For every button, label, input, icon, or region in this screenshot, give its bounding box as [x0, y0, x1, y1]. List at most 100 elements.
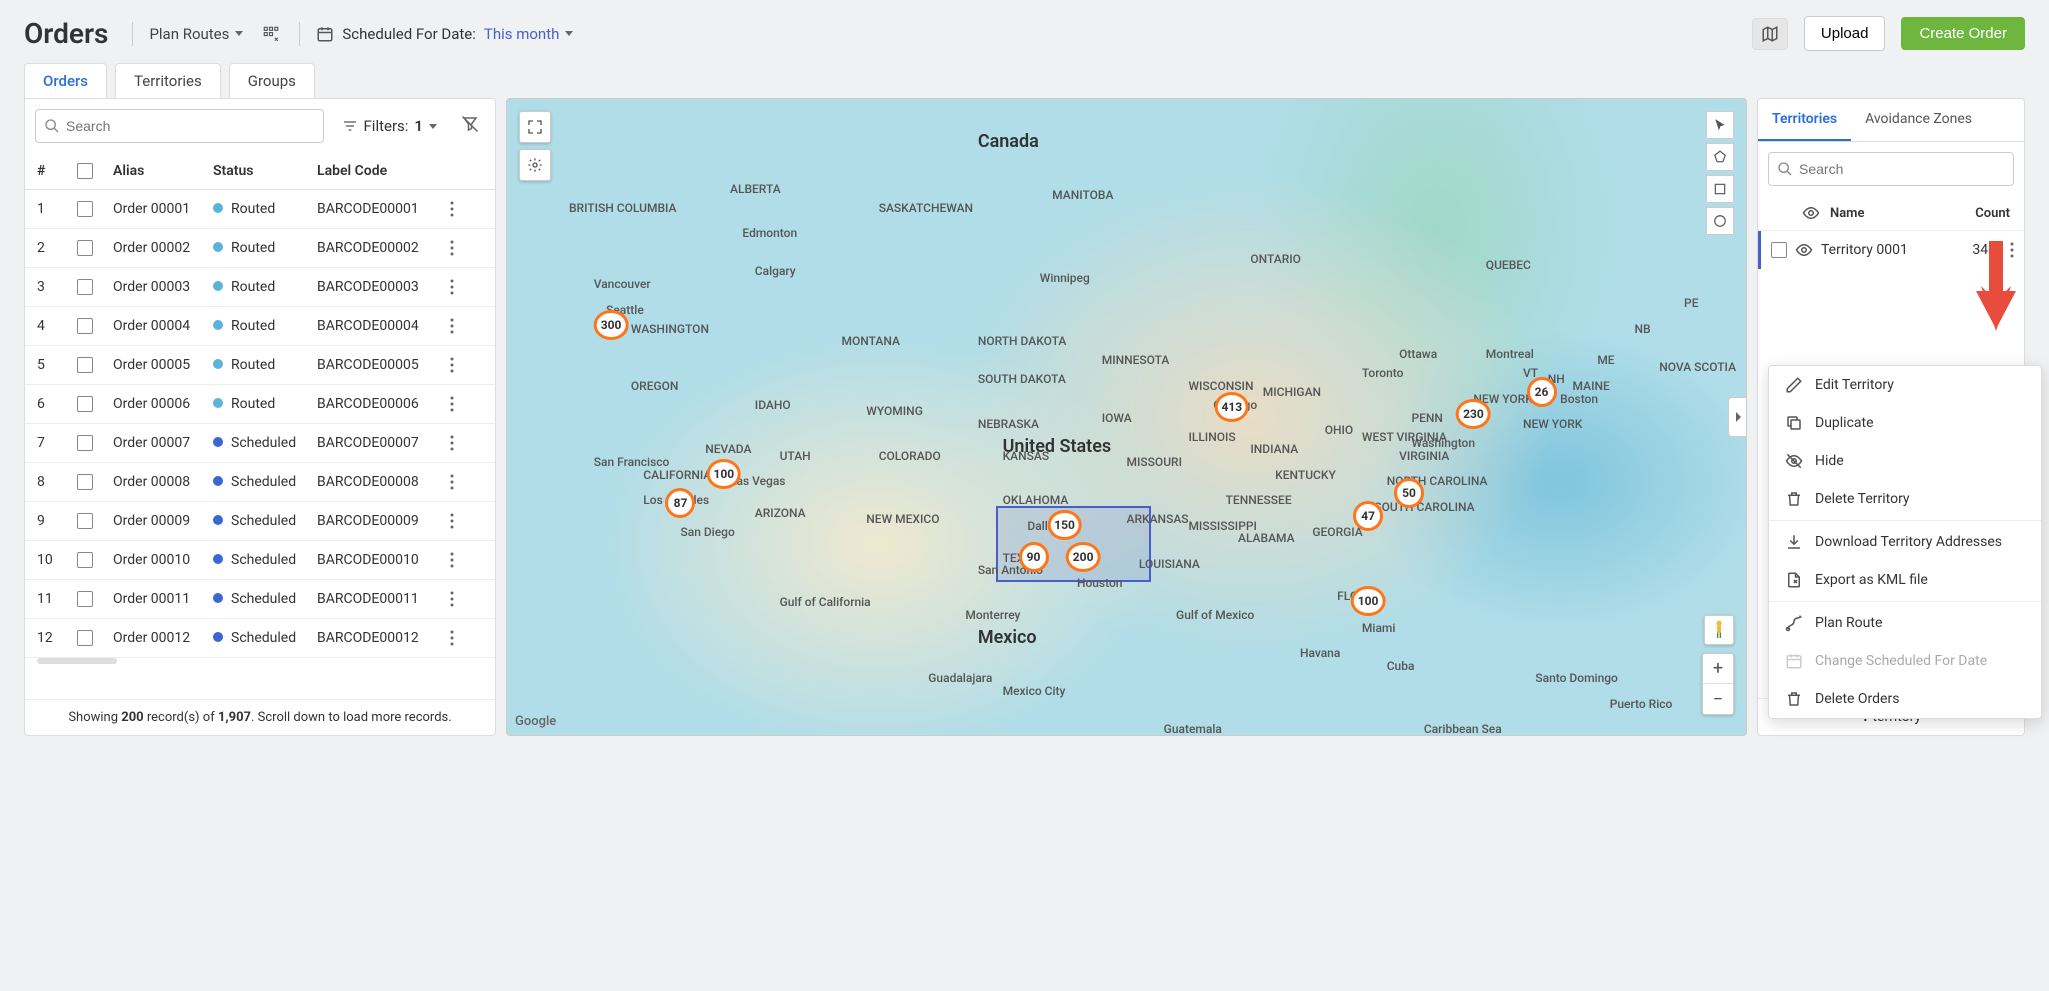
row-checkbox[interactable] [77, 201, 93, 217]
menu-plan-route[interactable]: Plan Route [1769, 604, 2041, 642]
territories-search-input[interactable] [1769, 153, 2013, 185]
row-more-button[interactable] [437, 630, 467, 646]
menu-delete-territory[interactable]: Delete Territory [1769, 480, 2041, 518]
territory-checkbox[interactable] [1771, 242, 1787, 258]
tab-orders[interactable]: Orders [24, 63, 107, 98]
row-checkbox[interactable] [77, 435, 93, 451]
orders-search-input[interactable] [36, 110, 323, 142]
row-status: Scheduled [213, 513, 317, 529]
tab-groups[interactable]: Groups [229, 63, 315, 98]
row-more-button[interactable] [437, 591, 467, 607]
right-tab-avoidance[interactable]: Avoidance Zones [1851, 99, 1986, 141]
pegman-button[interactable] [1704, 615, 1734, 645]
more-vertical-icon [450, 552, 454, 568]
scheduled-value-dropdown[interactable]: This month [484, 25, 573, 43]
pencil-icon [1785, 376, 1803, 394]
row-checkbox[interactable] [77, 513, 93, 529]
table-row[interactable]: 6 Order 00006 Routed BARCODE00006 [25, 385, 495, 424]
table-row[interactable]: 8 Order 00008 Scheduled BARCODE00008 [25, 463, 495, 502]
right-tab-territories[interactable]: Territories [1758, 99, 1851, 141]
zoom-out-button[interactable]: − [1703, 684, 1733, 714]
map-panel[interactable]: CanadaUnited StatesMexicoGuatemalaBRITIS… [506, 98, 1747, 736]
upload-button[interactable]: Upload [1804, 16, 1886, 51]
map-cluster[interactable]: 100 [1351, 586, 1386, 616]
cursor-tool[interactable] [1706, 111, 1734, 139]
menu-edit-territory[interactable]: Edit Territory [1769, 366, 2041, 404]
row-checkbox[interactable] [77, 279, 93, 295]
table-row[interactable]: 10 Order 00010 Scheduled BARCODE00010 [25, 541, 495, 580]
plan-routes-dropdown[interactable]: Plan Routes [149, 25, 243, 43]
row-checkbox[interactable] [77, 318, 93, 334]
map-cluster[interactable]: 200 [1066, 542, 1101, 572]
row-more-button[interactable] [437, 396, 467, 412]
map-cluster[interactable]: 87 [665, 488, 695, 518]
map-cluster[interactable]: 300 [594, 310, 629, 340]
polygon-tool[interactable] [1706, 143, 1734, 171]
clear-filter-button[interactable] [455, 109, 485, 143]
table-row[interactable]: 11 Order 00011 Scheduled BARCODE00011 [25, 580, 495, 619]
table-row[interactable]: 12 Order 00012 Scheduled BARCODE00012 [25, 619, 495, 658]
row-more-button[interactable] [437, 279, 467, 295]
map-settings-button[interactable] [519, 149, 551, 181]
row-label: BARCODE00009 [317, 513, 437, 529]
row-checkbox[interactable] [77, 630, 93, 646]
row-alias: Order 00001 [113, 201, 213, 217]
expand-right-tab[interactable] [1728, 397, 1746, 437]
row-label: BARCODE00002 [317, 240, 437, 256]
map-cluster[interactable]: 230 [1456, 399, 1491, 429]
map-cluster[interactable]: 26 [1527, 377, 1557, 407]
create-order-button[interactable]: Create Order [1901, 17, 2025, 50]
circle-tool[interactable] [1706, 207, 1734, 235]
tab-territories[interactable]: Territories [115, 63, 221, 98]
map-cluster[interactable]: 150 [1047, 510, 1082, 540]
eye-icon[interactable] [1795, 241, 1813, 259]
table-row[interactable]: 4 Order 00004 Routed BARCODE00004 [25, 307, 495, 346]
row-more-button[interactable] [437, 552, 467, 568]
territory-more-button[interactable] [2010, 242, 2014, 258]
territory-row[interactable]: Territory 0001 340 [1758, 231, 2024, 269]
row-more-button[interactable] [437, 513, 467, 529]
menu-export-kml[interactable]: Export as KML file [1769, 561, 2041, 599]
row-checkbox[interactable] [77, 396, 93, 412]
table-row[interactable]: 3 Order 00003 Routed BARCODE00003 [25, 268, 495, 307]
map-cluster[interactable]: 90 [1019, 542, 1049, 572]
map-cluster[interactable]: 100 [706, 459, 741, 489]
menu-hide[interactable]: Hide [1769, 442, 2041, 480]
row-more-button[interactable] [437, 474, 467, 490]
row-more-button[interactable] [437, 201, 467, 217]
select-all-checkbox[interactable] [77, 163, 93, 179]
status-dot-icon [213, 398, 223, 408]
table-row[interactable]: 2 Order 00002 Routed BARCODE00002 [25, 229, 495, 268]
row-more-button[interactable] [437, 357, 467, 373]
table-row[interactable]: 5 Order 00005 Routed BARCODE00005 [25, 346, 495, 385]
menu-duplicate[interactable]: Duplicate [1769, 404, 2041, 442]
row-more-button[interactable] [437, 435, 467, 451]
table-row[interactable]: 1 Order 00001 Routed BARCODE00001 [25, 190, 495, 229]
fullscreen-button[interactable] [519, 111, 551, 143]
map-cluster[interactable]: 47 [1353, 501, 1383, 531]
status-dot-icon [213, 203, 223, 213]
horizontal-scrollbar[interactable] [37, 658, 483, 666]
row-checkbox[interactable] [77, 357, 93, 373]
row-checkbox[interactable] [77, 474, 93, 490]
menu-delete-orders[interactable]: Delete Orders [1769, 680, 2041, 718]
table-row[interactable]: 9 Order 00009 Scheduled BARCODE00009 [25, 502, 495, 541]
row-checkbox[interactable] [77, 591, 93, 607]
columns-config-icon[interactable] [259, 22, 283, 46]
row-status: Routed [213, 279, 317, 295]
page-title: Orders [24, 17, 108, 50]
map-cluster[interactable]: 50 [1394, 478, 1424, 508]
row-checkbox[interactable] [77, 240, 93, 256]
filters-button[interactable]: Filters: 1 [332, 111, 447, 141]
status-dot-icon [213, 359, 223, 369]
menu-download-addresses[interactable]: Download Territory Addresses [1769, 523, 2041, 561]
map-toggle-button[interactable] [1752, 18, 1788, 50]
row-more-button[interactable] [437, 318, 467, 334]
clear-filter-icon [461, 115, 479, 133]
zoom-in-button[interactable]: + [1703, 654, 1733, 684]
row-more-button[interactable] [437, 240, 467, 256]
table-row[interactable]: 7 Order 00007 Scheduled BARCODE00007 [25, 424, 495, 463]
row-checkbox[interactable] [77, 552, 93, 568]
rectangle-tool[interactable] [1706, 175, 1734, 203]
map-cluster[interactable]: 413 [1214, 392, 1249, 422]
